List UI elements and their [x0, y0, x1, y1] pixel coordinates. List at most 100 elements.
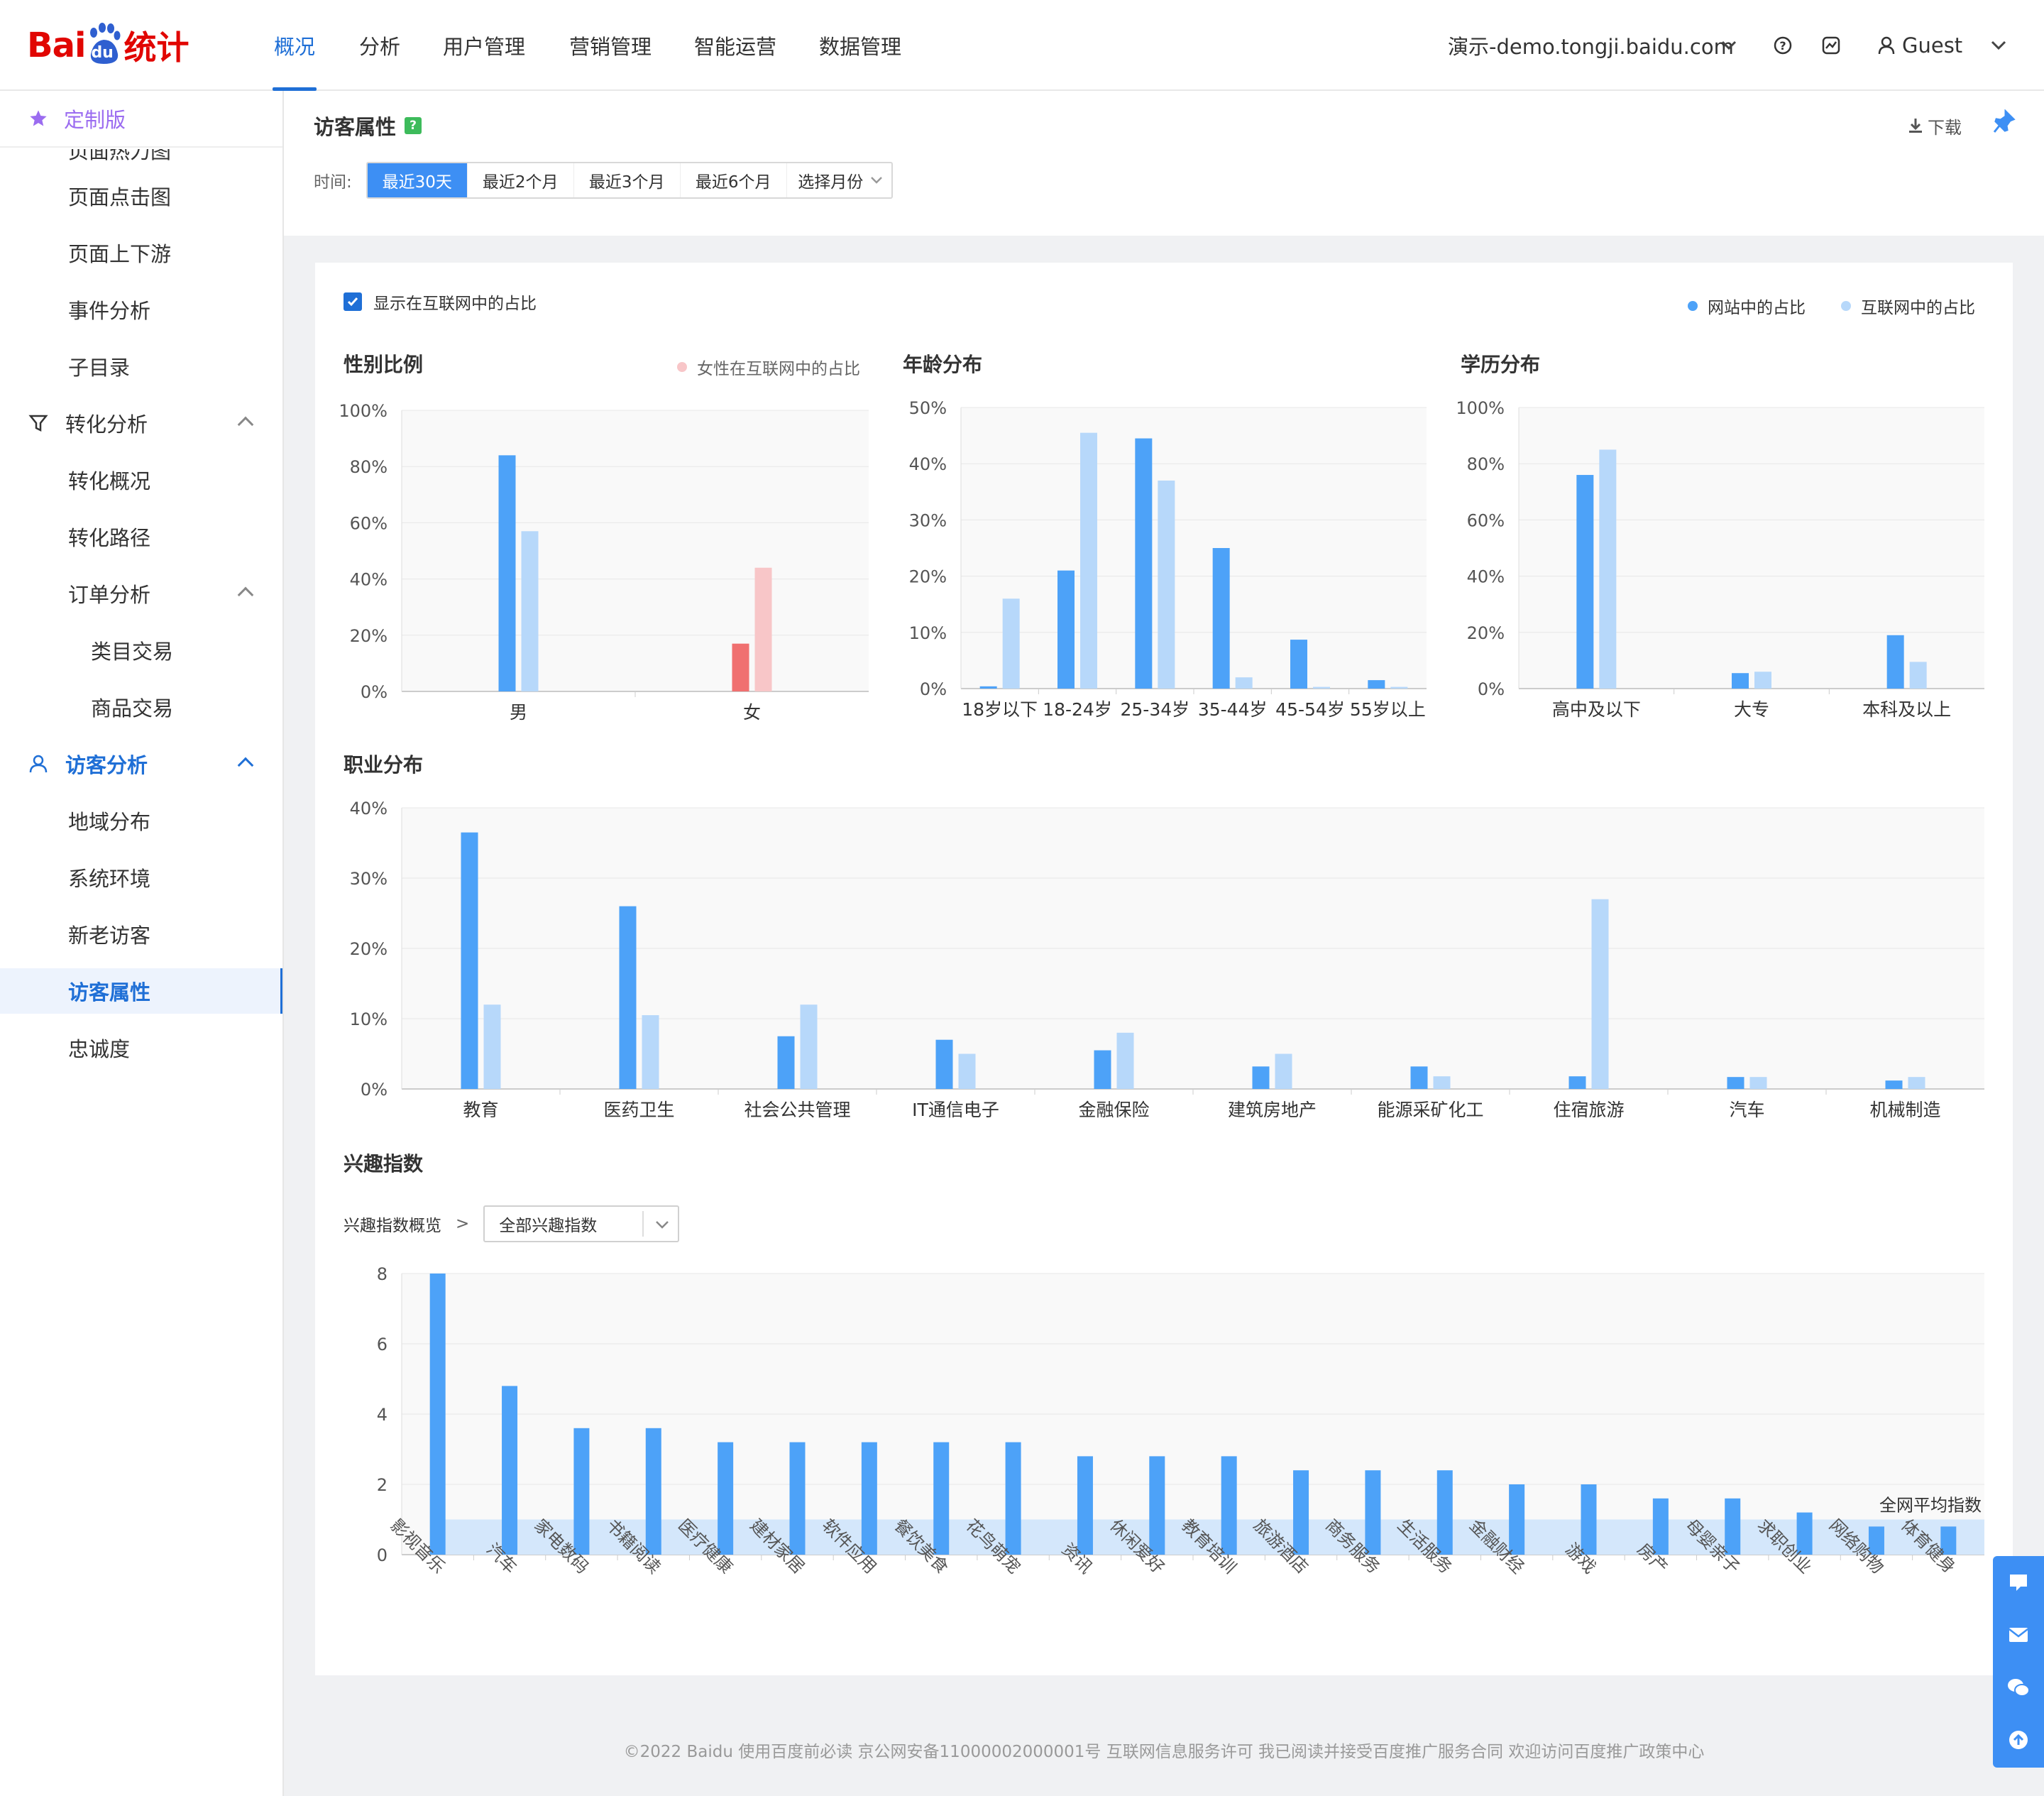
bar-site: [498, 455, 516, 691]
nav-data-management[interactable]: 数据管理: [819, 0, 901, 91]
sidebar-item-label: 忠诚度: [68, 1037, 131, 1061]
feedback-icon[interactable]: [1993, 1556, 2044, 1609]
chart-icon[interactable]: [1821, 0, 1841, 91]
bar-internet: [1749, 1077, 1767, 1089]
sidebar-item-6[interactable]: 转化路径: [0, 514, 282, 559]
baidu-tongji-logo[interactable]: Bai du 统计: [27, 18, 189, 72]
funnel-icon: [28, 413, 48, 433]
y-tick-label: 10%: [350, 1009, 388, 1029]
chevron-up-icon[interactable]: [237, 586, 254, 603]
sidebar-header-label: 定制版: [64, 108, 126, 132]
sidebar-item-14[interactable]: 访客属性: [0, 968, 282, 1014]
time-option-label: 最近2个月: [482, 173, 559, 192]
sidebar-item-4[interactable]: 转化分析: [0, 400, 282, 446]
bar-site: [1290, 640, 1307, 689]
bar-internet: [800, 1004, 818, 1089]
time-option-1[interactable]: 最近2个月: [466, 163, 573, 197]
nav-smart-ops[interactable]: 智能运营: [694, 0, 776, 91]
y-tick-label: 20%: [350, 626, 388, 646]
time-option-label: 最近3个月: [588, 173, 665, 192]
bar-internet: [958, 1053, 976, 1089]
sidebar-item-label: 页面点击图: [68, 185, 172, 209]
site-name: 演示-demo.tongji.baidu.com: [1448, 35, 1734, 59]
footer: ©2022 Baidu 使用百度前必读 京公网安备11000002000001号…: [623, 1743, 1705, 1761]
x-tick-label: 机械制造: [1869, 1100, 1940, 1120]
site-selector[interactable]: 演示-demo.tongji.baidu.com: [1448, 0, 1734, 91]
logo-suffix: 统计: [123, 28, 189, 67]
nav-analysis[interactable]: 分析: [359, 0, 400, 91]
y-tick-label: 30%: [909, 510, 947, 530]
y-tick-label: 40%: [350, 570, 388, 590]
bar-site: [502, 1386, 518, 1555]
x-tick-label: 55岁以上: [1350, 699, 1426, 720]
bar-internet: [1909, 662, 1927, 689]
bar-internet: [642, 1015, 659, 1089]
bar-site: [1727, 1077, 1744, 1089]
chevron-up-icon[interactable]: [237, 416, 254, 433]
y-tick-label: 20%: [1467, 623, 1505, 643]
average-label: 全网平均指数: [1879, 1496, 1982, 1516]
plot-background: [961, 407, 1427, 689]
nav-user-management[interactable]: 用户管理: [443, 0, 525, 91]
bar-site: [1094, 1050, 1111, 1089]
chevron-down-icon: [870, 177, 882, 184]
sidebar-item-5[interactable]: 转化概况: [0, 457, 282, 503]
nav-overview[interactable]: 概况: [272, 0, 317, 91]
sidebar-item-3[interactable]: 子目录: [0, 344, 282, 389]
logo-text: Bai: [27, 26, 86, 65]
y-tick-label: 60%: [350, 513, 388, 533]
site-chevron-down-icon[interactable]: [1720, 0, 1737, 91]
bar-internet: [1080, 432, 1097, 689]
bar-site: [573, 1428, 590, 1555]
sidebar-item-7[interactable]: 订单分析: [0, 571, 282, 616]
chevron-up-icon[interactable]: [237, 757, 254, 774]
x-tick-label: IT通信电子: [912, 1100, 999, 1120]
bar-site: [718, 1442, 734, 1555]
pin-icon[interactable]: [1993, 109, 2016, 138]
sidebar-item-13[interactable]: 新老访客: [0, 911, 282, 957]
bar-site: [789, 1442, 806, 1555]
time-option-0[interactable]: 最近30天: [367, 163, 467, 197]
time-option-3[interactable]: 最近6个月: [679, 163, 786, 197]
x-tick-label: 女: [743, 702, 761, 723]
wechat-icon[interactable]: [1993, 1661, 2044, 1714]
sidebar-item-2[interactable]: 事件分析: [0, 287, 282, 332]
bar-internet: [1754, 672, 1771, 689]
x-tick-label: 建筑房地产: [1228, 1100, 1317, 1120]
y-tick-label: 60%: [1467, 510, 1505, 530]
help-badge-icon[interactable]: ?: [405, 117, 422, 134]
y-tick-label: 6: [377, 1335, 388, 1354]
plot-background: [402, 410, 869, 691]
bar-site: [861, 1442, 877, 1555]
mail-icon[interactable]: [1993, 1609, 2044, 1661]
bar-site: [1885, 1080, 1903, 1089]
sidebar-item-1[interactable]: 页面上下游: [0, 230, 282, 275]
bar-site: [1509, 1484, 1525, 1555]
user-menu[interactable]: Guest: [1878, 0, 1962, 91]
time-option-4[interactable]: 选择月份: [786, 163, 891, 197]
sidebar-item-0[interactable]: 页面点击图: [0, 173, 282, 219]
bar-site: [732, 643, 749, 691]
sidebar-item-11[interactable]: 地域分布: [0, 798, 282, 843]
user-name: Guest: [1902, 33, 1963, 58]
bar-internet: [1433, 1076, 1451, 1089]
bar-site: [1365, 1470, 1381, 1555]
sidebar-item-label: 订单分析: [68, 583, 151, 607]
sidebar-item-8[interactable]: 类目交易: [0, 628, 282, 673]
floating-toolbar: [1993, 1556, 2044, 1768]
x-tick-label: 社会公共管理: [744, 1100, 850, 1120]
sidebar-custom-header[interactable]: 定制版: [0, 91, 282, 148]
help-icon[interactable]: ?: [1773, 0, 1793, 91]
sidebar-item-15[interactable]: 忠诚度: [0, 1025, 282, 1071]
download-button[interactable]: 下载: [1908, 108, 1962, 143]
y-tick-label: 30%: [350, 869, 388, 889]
time-option-2[interactable]: 最近3个月: [573, 163, 680, 197]
sidebar-item-9[interactable]: 商品交易: [0, 684, 282, 730]
x-tick-label: 18岁以下: [962, 699, 1038, 720]
sidebar-item-12[interactable]: 系统环境: [0, 855, 282, 900]
bar-site: [777, 1036, 795, 1089]
nav-marketing[interactable]: 营销管理: [569, 0, 652, 91]
sidebar-item-10[interactable]: 访客分析: [0, 741, 282, 787]
bar-site: [979, 686, 997, 689]
user-chevron-down-icon[interactable]: [1990, 0, 2007, 91]
